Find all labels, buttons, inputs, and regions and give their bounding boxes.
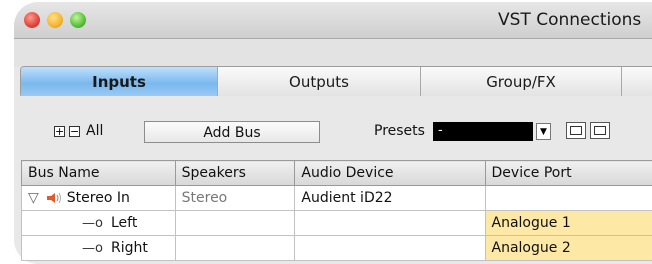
disclosure-triangle-icon[interactable]: ▽: [28, 190, 39, 206]
all-label: All: [86, 123, 103, 139]
title-bar: VST Connections: [14, 2, 652, 39]
table-row[interactable]: —o Right Analogue 2: [22, 236, 652, 261]
table-row[interactable]: —o Left Analogue 1: [22, 211, 652, 236]
window-title: VST Connections: [498, 10, 641, 30]
expand-all-icon[interactable]: +: [54, 126, 65, 137]
remove-preset-icon[interactable]: [590, 122, 610, 139]
bus-name-cell[interactable]: —o Left: [22, 211, 176, 236]
table-header-row: Bus Name Speakers Audio Device Device Po…: [22, 161, 652, 186]
presets-label: Presets: [374, 123, 425, 139]
table-row[interactable]: ▽ Stereo In Stereo Audient iD22: [22, 186, 652, 211]
presets-dropdown-icon[interactable]: ▼: [536, 123, 551, 140]
device-port-cell[interactable]: Analogue 2: [485, 236, 652, 261]
header-audio-device[interactable]: Audio Device: [295, 161, 485, 186]
channel-connector-icon: —o: [82, 241, 103, 256]
audio-device-cell[interactable]: [295, 236, 485, 261]
header-device-port[interactable]: Device Port: [485, 161, 652, 186]
zoom-window-button[interactable]: [70, 12, 86, 28]
presets-select[interactable]: -: [433, 122, 533, 141]
store-preset-icon[interactable]: [566, 122, 586, 139]
bus-name: Stereo In: [67, 190, 130, 206]
toolbar-band: [14, 39, 652, 67]
header-bus-name[interactable]: Bus Name: [22, 161, 176, 186]
minimize-window-button[interactable]: [47, 12, 63, 28]
speaker-icon: [45, 191, 63, 205]
device-port-cell[interactable]: [485, 186, 652, 211]
add-bus-button[interactable]: Add Bus: [144, 121, 320, 143]
audio-device-cell[interactable]: [295, 211, 485, 236]
channel-name: Left: [111, 215, 137, 231]
bus-table: Bus Name Speakers Audio Device Device Po…: [21, 160, 652, 261]
channel-connector-icon: —o: [82, 216, 103, 231]
speakers-cell[interactable]: Stereo: [175, 186, 295, 211]
header-speakers[interactable]: Speakers: [175, 161, 295, 186]
speakers-cell[interactable]: [175, 211, 295, 236]
tab-bar: Inputs Outputs Group/FX: [20, 66, 652, 98]
tab-group-fx[interactable]: Group/FX: [421, 67, 622, 97]
channel-name: Right: [111, 240, 148, 256]
collapse-all-icon[interactable]: −: [69, 126, 80, 137]
device-port-cell[interactable]: Analogue 1: [485, 211, 652, 236]
speakers-cell[interactable]: [175, 236, 295, 261]
tab-inputs[interactable]: Inputs: [21, 67, 218, 97]
bus-name-cell[interactable]: ▽ Stereo In: [22, 186, 176, 211]
bus-name-cell[interactable]: —o Right: [22, 236, 176, 261]
tab-outputs[interactable]: Outputs: [218, 67, 421, 97]
close-window-button[interactable]: [24, 12, 40, 28]
audio-device-cell[interactable]: Audient iD22: [295, 186, 485, 211]
tab-more[interactable]: [622, 67, 652, 97]
controls-bar: + − All Add Bus Presets - ▼: [14, 96, 652, 156]
